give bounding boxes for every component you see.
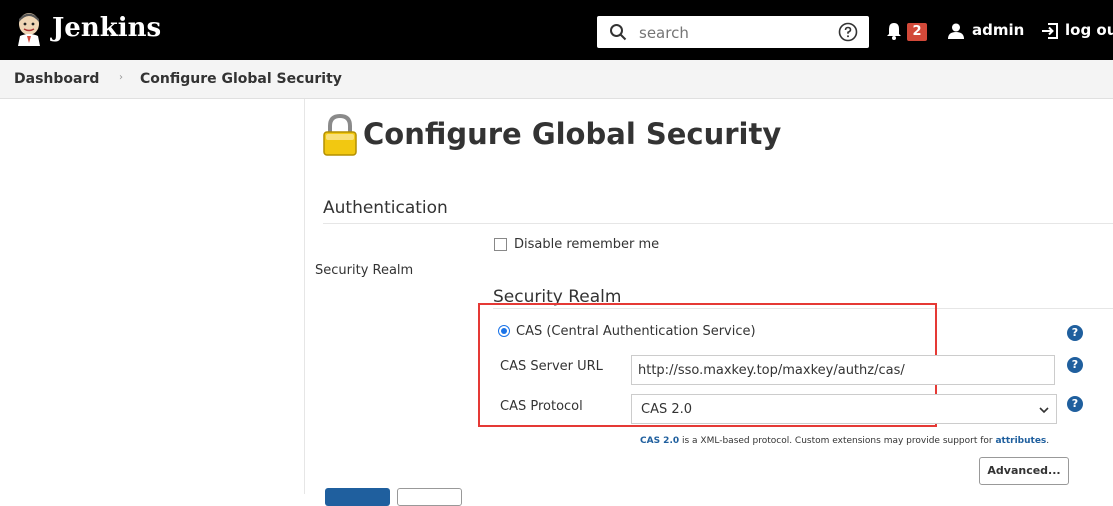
help-text-period: . — [1046, 436, 1050, 446]
advanced-button[interactable]: Advanced... — [979, 457, 1069, 485]
breadcrumb-configure-global-security[interactable]: Configure Global Security — [140, 71, 342, 87]
search-input[interactable] — [637, 20, 821, 46]
logout-icon[interactable] — [1040, 21, 1060, 41]
chevron-down-icon — [1039, 407, 1049, 414]
cas-protocol-select[interactable]: CAS 2.0 — [631, 394, 1057, 424]
top-header: Jenkins 2 admin log out — [0, 0, 1113, 60]
search-box[interactable] — [597, 16, 869, 48]
disable-remember-me-checkbox[interactable] — [494, 238, 507, 251]
help-text-cas-version: CAS 2.0 — [640, 436, 680, 446]
notification-badge[interactable]: 2 — [907, 23, 927, 41]
authentication-divider — [323, 223, 1113, 224]
cas-radio-button[interactable] — [498, 325, 510, 337]
security-realm-side-label: Security Realm — [315, 263, 414, 278]
brand-name[interactable]: Jenkins — [52, 13, 161, 43]
apply-button[interactable] — [397, 488, 462, 506]
disable-remember-me-label[interactable]: Disable remember me — [514, 237, 659, 252]
username-link[interactable]: admin — [972, 21, 1024, 39]
help-icon[interactable]: ? — [1067, 396, 1083, 412]
help-icon[interactable]: ? — [1067, 325, 1083, 341]
cas-server-url-label: CAS Server URL — [500, 359, 603, 374]
logout-link[interactable]: log out — [1065, 21, 1113, 39]
cas-server-url-input[interactable] — [631, 355, 1055, 385]
search-icon — [610, 24, 627, 41]
cas-protocol-value: CAS 2.0 — [641, 402, 693, 417]
authentication-heading: Authentication — [323, 198, 448, 218]
bell-icon[interactable] — [886, 22, 902, 40]
cas-radio-label[interactable]: CAS (Central Authentication Service) — [516, 324, 756, 339]
user-icon[interactable] — [947, 22, 965, 40]
breadcrumb-separator: › — [119, 72, 123, 83]
cas-protocol-label: CAS Protocol — [500, 399, 583, 414]
jenkins-logo-icon[interactable] — [14, 12, 44, 46]
save-button[interactable] — [325, 488, 390, 506]
cas-protocol-help-text: CAS 2.0 is a XML-based protocol. Custom … — [640, 436, 1049, 446]
help-icon[interactable]: ? — [1067, 357, 1083, 373]
breadcrumb: Dashboard › Configure Global Security — [0, 60, 1113, 99]
page-title: Configure Global Security — [363, 117, 782, 151]
help-circle-icon[interactable] — [838, 22, 858, 42]
breadcrumb-dashboard[interactable]: Dashboard — [14, 71, 99, 87]
lock-icon — [323, 114, 357, 156]
sidebar-divider — [304, 99, 305, 494]
attributes-link[interactable]: attributes — [995, 436, 1046, 446]
help-text-body: is a XML-based protocol. Custom extensio… — [679, 436, 996, 446]
